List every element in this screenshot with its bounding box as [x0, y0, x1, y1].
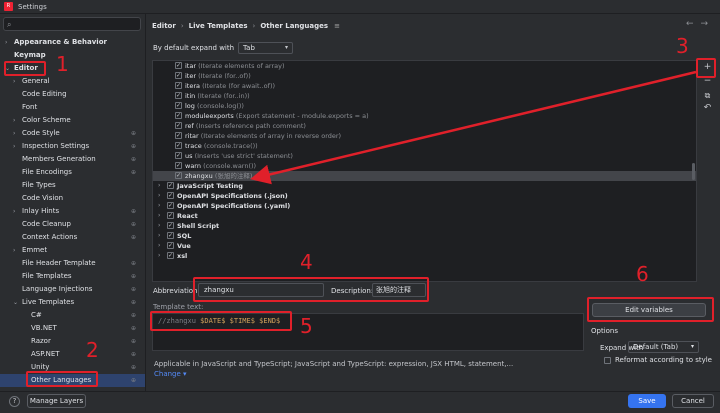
- annotation-arrow: [250, 70, 697, 185]
- annotation-arrow-line: [250, 70, 697, 185]
